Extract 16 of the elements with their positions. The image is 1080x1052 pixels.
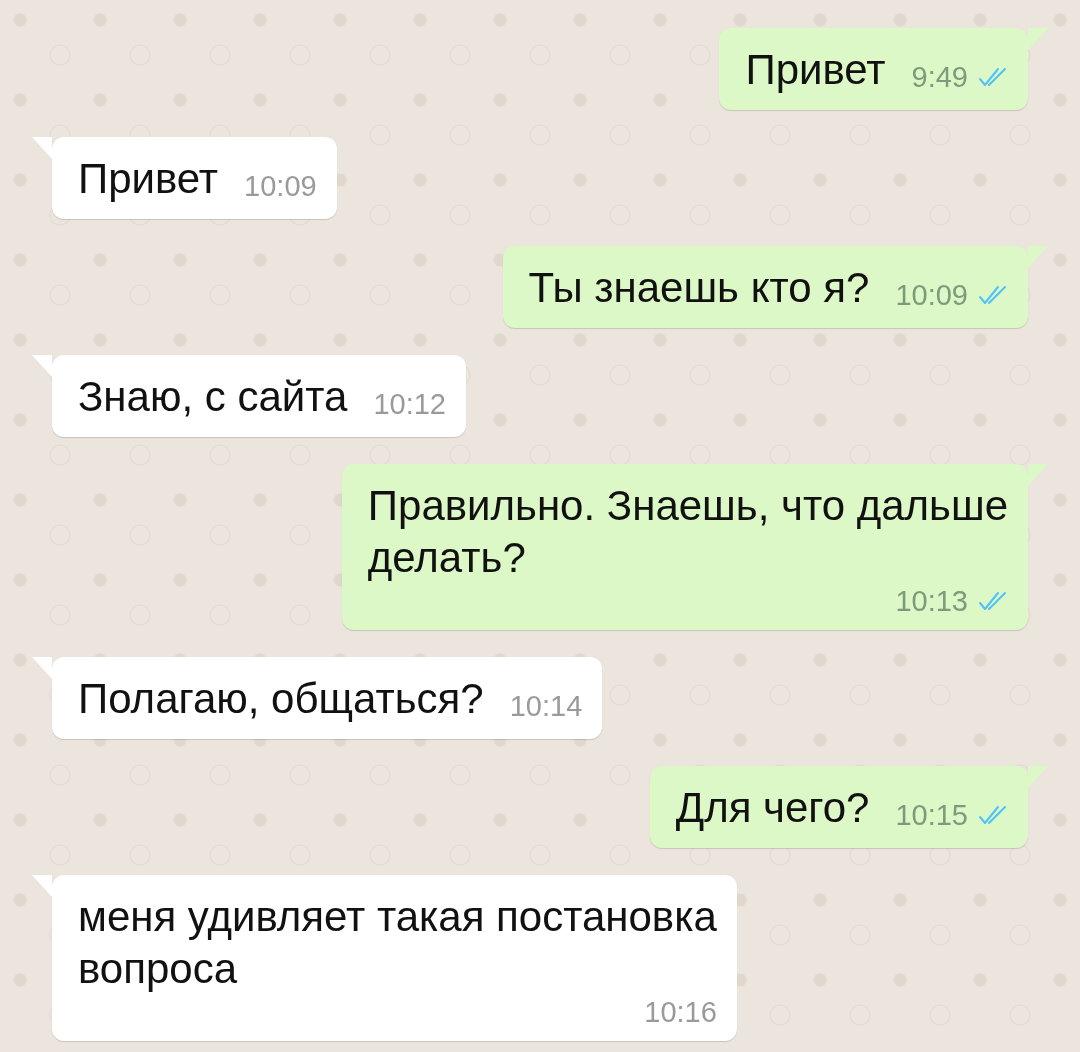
message-text: Правильно. Знаешь, что дальше делать? (367, 481, 1008, 583)
message-time: 10:09 (895, 278, 968, 312)
message-time: 9:49 (911, 60, 968, 94)
message-time: 10:12 (373, 387, 446, 421)
message-text: Знаю, с сайта (78, 372, 348, 422)
message-text: Привет (745, 45, 886, 95)
message-text: Полагаю, общаться? (78, 674, 484, 724)
message-text: Для чего? (675, 783, 870, 833)
message-text: Привет (78, 154, 219, 204)
message-text: меня удивляет такая постановка вопроса (78, 892, 717, 994)
message-time: 10:13 (895, 584, 968, 618)
message-time: 10:15 (895, 798, 968, 832)
message-text: Ты знаешь кто я? (528, 263, 870, 313)
message-time: 10:14 (509, 689, 583, 723)
message-time: 10:16 (644, 995, 717, 1029)
message-time: 10:09 (244, 169, 317, 203)
